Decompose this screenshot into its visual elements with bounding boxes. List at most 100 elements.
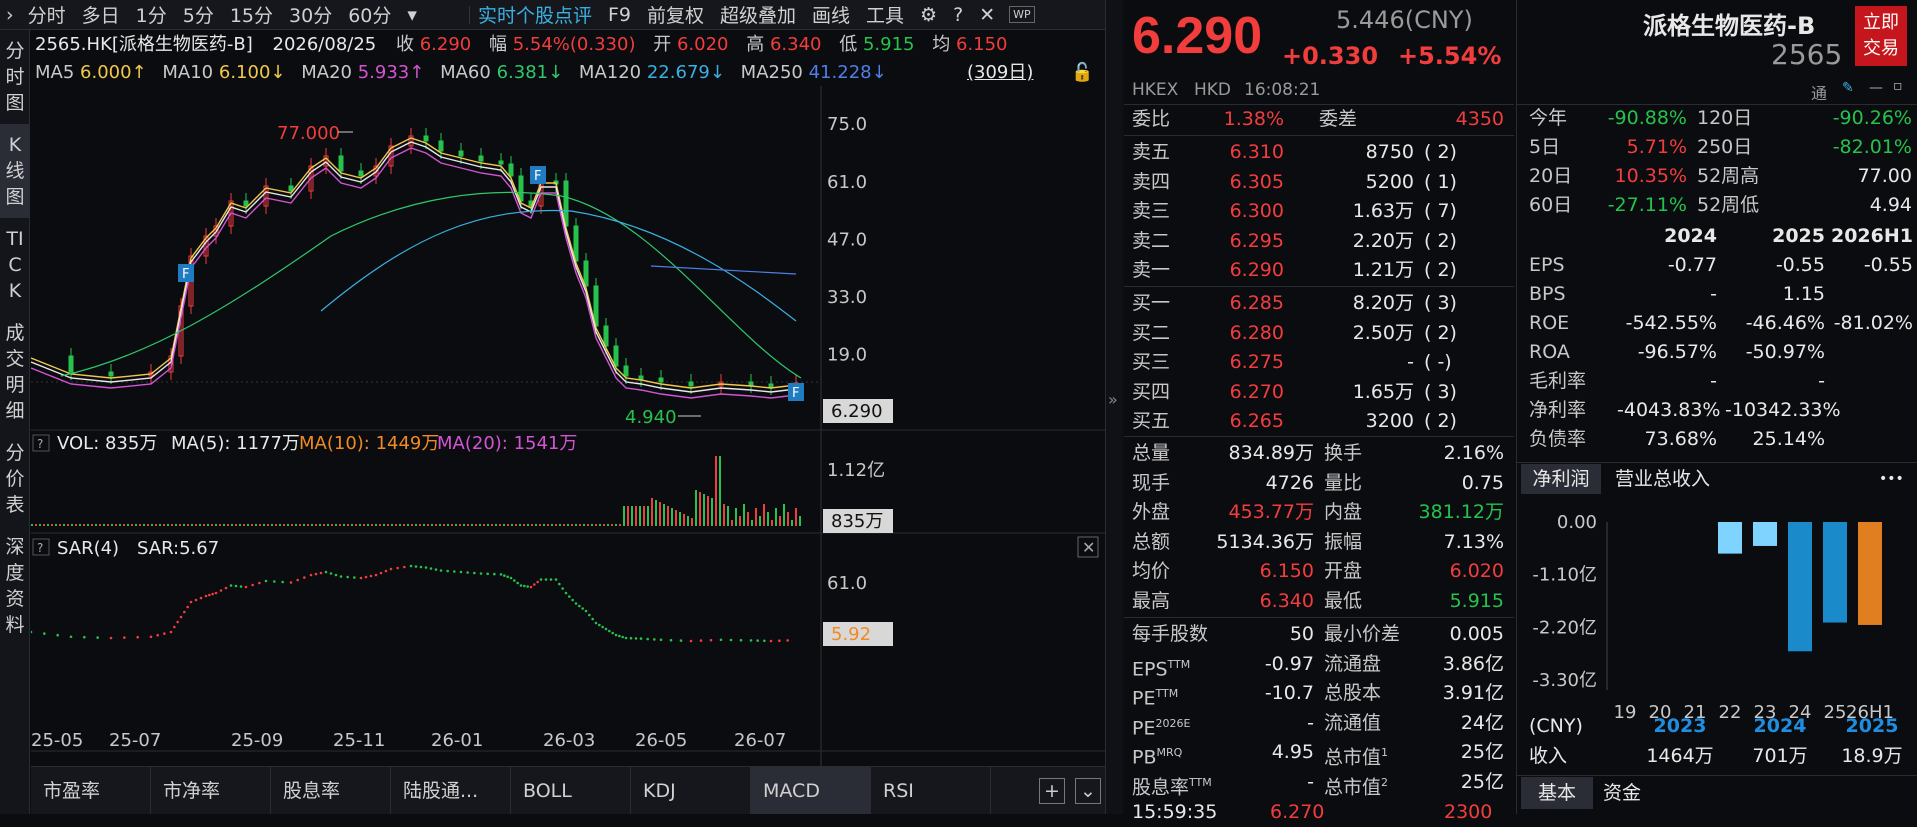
- volume-bar: [751, 520, 753, 526]
- fin-value: -0.77: [1667, 254, 1717, 276]
- sar-dot: [479, 572, 483, 575]
- toolbar-tool-3[interactable]: 超级叠加: [712, 1, 804, 28]
- sar-dot: [199, 596, 203, 600]
- chart-area[interactable]: 2565.HK[派格生物医药-B] 2026/08/25 收 6.290 幅 5…: [31, 31, 1105, 766]
- close-icon[interactable]: ✕: [971, 4, 1003, 26]
- indicator-tab-4[interactable]: BOLL: [511, 767, 631, 814]
- period-tab-5[interactable]: 30分: [281, 1, 340, 28]
- volume-bar: [423, 524, 425, 526]
- tab-net-profit[interactable]: 净利润: [1521, 464, 1601, 494]
- volume-bar: [587, 524, 589, 526]
- sar-dot: [123, 636, 126, 639]
- sidebar-item-3[interactable]: 成交明细: [0, 312, 30, 432]
- sar-dot: [273, 580, 276, 583]
- f-marker-label: F: [182, 267, 189, 282]
- period-tab-1[interactable]: 多日: [74, 1, 128, 28]
- wp-badge-icon[interactable]: WP: [1009, 6, 1035, 23]
- sidebar-item-2[interactable]: TICK: [0, 218, 30, 312]
- fund-label: 总股本: [1324, 679, 1381, 708]
- indicator-tab-6[interactable]: MACD: [751, 767, 871, 814]
- indicator-tab-7[interactable]: RSI: [871, 767, 991, 814]
- last-trade-price: 6.270: [1270, 801, 1325, 823]
- indicator-dropdown-icon[interactable]: ⌄: [1075, 777, 1101, 804]
- more-icon[interactable]: •••: [1879, 464, 1904, 494]
- sidebar-item-0[interactable]: 分时图: [0, 30, 30, 124]
- sar-dot: [414, 565, 418, 568]
- volume-bar: [775, 508, 777, 526]
- volume-bar: [127, 524, 129, 526]
- sar-dot: [346, 575, 349, 579]
- stat-label: 最高: [1132, 589, 1171, 612]
- indicator-tab-3[interactable]: 陆股通...: [391, 767, 511, 814]
- sar-dot: [581, 607, 584, 610]
- toolbar-tool-1[interactable]: F9: [600, 4, 639, 26]
- fin-label: EPS: [1529, 254, 1565, 276]
- restore-icon[interactable]: ▫: [1893, 78, 1903, 94]
- fin-value: -542.55%: [1625, 312, 1717, 334]
- date-tick-label: 26-03: [543, 730, 595, 751]
- volume-bar: [667, 506, 669, 526]
- edit-icon[interactable]: ✎: [1842, 80, 1854, 96]
- trade-now-button[interactable]: 立即交易: [1855, 6, 1907, 66]
- volume-bar: [51, 524, 53, 526]
- period-tab-0[interactable]: 分时: [20, 1, 74, 28]
- period-tab-4[interactable]: 15分: [222, 1, 281, 28]
- indicator-tab-0[interactable]: 市盈率: [31, 767, 151, 814]
- indicator-tab-5[interactable]: KDJ: [631, 767, 751, 814]
- period-selector[interactable]: (309日): [967, 60, 1033, 86]
- stat-label: 换手: [1324, 442, 1363, 464]
- volume-bar: [451, 524, 453, 526]
- volume-bar: [411, 524, 413, 526]
- collapse-arrow-icon[interactable]: »: [1108, 390, 1118, 409]
- sar-dot: [598, 623, 601, 627]
- perf-label: 60日: [1529, 194, 1573, 216]
- volume-bar: [163, 524, 165, 526]
- toolbar-tool-4[interactable]: 画线: [804, 1, 858, 28]
- settings-gear-icon[interactable]: ⚙: [912, 4, 945, 26]
- period-tab-3[interactable]: 5分: [175, 1, 222, 28]
- fund-label-text: EPS: [1132, 657, 1168, 680]
- sar-dot: [509, 576, 513, 580]
- sar-dot: [429, 567, 433, 570]
- tab-capital[interactable]: 资金: [1603, 777, 1641, 809]
- lock-icon[interactable]: 🔓: [1071, 60, 1093, 86]
- fin-label: 毛利率: [1529, 370, 1587, 392]
- perf-value: 5.71%: [1626, 136, 1687, 158]
- volume-bar: [299, 524, 301, 526]
- volume-bar: [595, 524, 597, 526]
- more-periods-dropdown[interactable]: ▾: [399, 4, 425, 26]
- vol-last-value: 835万: [831, 511, 883, 532]
- tab-basic[interactable]: 基本: [1521, 777, 1593, 809]
- sar-dot: [169, 630, 173, 634]
- sidebar-item-4[interactable]: 分价表: [0, 432, 30, 526]
- volume-bar: [131, 524, 133, 526]
- toolbar-tool-0[interactable]: 实时个股点评: [470, 1, 600, 28]
- period-tab-2[interactable]: 1分: [128, 1, 175, 28]
- sidebar-item-1[interactable]: K线图: [0, 124, 30, 218]
- kline-chart-svg[interactable]: 75.0 61.0 47.0 33.0 19.0 77.000 4.940 F F F 6.290?…: [31, 86, 1105, 766]
- toolbar-tool-5[interactable]: 工具: [858, 1, 912, 28]
- volume-bar: [443, 524, 445, 526]
- toolbar-expand-icon[interactable]: ›: [0, 4, 20, 26]
- tab-revenue[interactable]: 营业总收入: [1615, 464, 1710, 494]
- price-tick-label: 47.0: [827, 229, 867, 250]
- currency-label: (CNY): [1529, 715, 1583, 737]
- minimize-icon[interactable]: —: [1869, 80, 1883, 96]
- sar-dot: [234, 584, 238, 588]
- help-icon[interactable]: ?: [945, 4, 971, 26]
- collapse-bar[interactable]: »: [1105, 0, 1123, 814]
- open-value: 6.020: [676, 34, 729, 55]
- volume-bar: [111, 524, 113, 526]
- sar-dot: [419, 565, 423, 569]
- add-indicator-icon[interactable]: +: [1039, 777, 1065, 804]
- toolbar-tool-2[interactable]: 前复权: [639, 1, 712, 28]
- volume-bar: [755, 508, 757, 526]
- period-tab-6[interactable]: 60分: [340, 1, 399, 28]
- volume-bar: [711, 498, 713, 526]
- indicator-tab-2[interactable]: 股息率: [271, 767, 391, 814]
- indicator-tab-1[interactable]: 市净率: [151, 767, 271, 814]
- sar-dot: [176, 620, 179, 624]
- sar-dot: [289, 581, 293, 584]
- price-change-pct: +5.54%: [1398, 42, 1502, 70]
- sidebar-item-5[interactable]: 深度资料: [0, 526, 30, 646]
